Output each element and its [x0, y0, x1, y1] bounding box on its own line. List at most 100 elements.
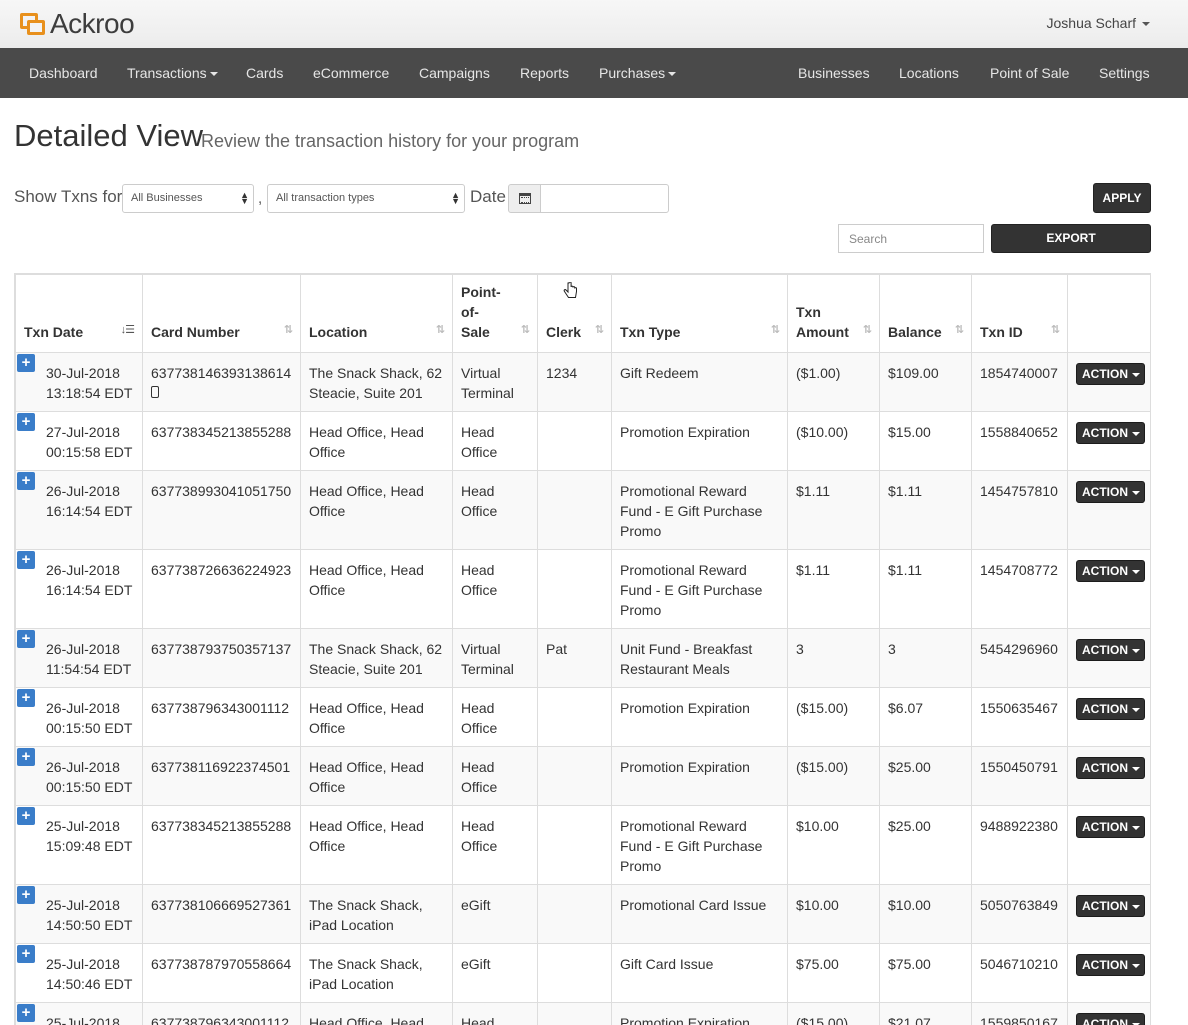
card-number[interactable]: 637738726636224923	[151, 560, 292, 580]
cell-location: The Snack Shack, iPad Location	[300, 884, 453, 944]
txn-date: 25-Jul-2018	[46, 818, 120, 834]
expand-row-icon[interactable]: +	[17, 748, 35, 766]
sort-icon[interactable]: ⇅	[771, 320, 780, 340]
logo-icon	[18, 11, 48, 37]
cell-txn-amount: $10.00	[787, 805, 880, 885]
date-input[interactable]	[540, 184, 669, 213]
cell-txn-type: Promotional Reward Fund - E Gift Purchase…	[611, 805, 788, 885]
cell-balance: $25.00	[879, 746, 972, 806]
column-header-point-of-sale[interactable]: Point-of- Sale ⇅	[452, 274, 538, 353]
action-button[interactable]: ACTION	[1076, 1013, 1145, 1025]
column-header-balance[interactable]: Balance ⇅	[879, 274, 972, 353]
action-button[interactable]: ACTION	[1076, 363, 1145, 385]
mobile-phone-icon	[151, 386, 159, 398]
card-number[interactable]: 637738116922374501	[151, 757, 292, 777]
card-number[interactable]: 637738793750357137	[151, 639, 292, 659]
nav-point-of-sale[interactable]: Point of Sale	[990, 65, 1069, 81]
sort-icon[interactable]: ⇅	[521, 320, 530, 340]
cell-point-of-sale: Head Office	[452, 746, 538, 806]
sort-icon[interactable]: ⇅	[1051, 320, 1060, 340]
expand-row-icon[interactable]: +	[17, 354, 35, 372]
business-select[interactable]: All Businesses ▲ ▼	[122, 184, 254, 213]
pos-line: eGift	[461, 897, 491, 913]
sort-icon[interactable]: ⇅	[284, 320, 293, 340]
expand-row-icon[interactable]: +	[17, 551, 35, 569]
cell-point-of-sale: Head Office	[452, 411, 538, 471]
nav-label: Point of Sale	[990, 65, 1070, 81]
nav-settings[interactable]: Settings	[1099, 65, 1150, 81]
cell-txn-amount: 3	[787, 628, 880, 688]
nav-label: Reports	[520, 65, 570, 81]
card-number[interactable]: 637738796343001112	[151, 1013, 292, 1025]
card-number[interactable]: 637738106669527361	[151, 895, 292, 915]
action-label: ACTION	[1082, 643, 1128, 657]
expand-row-icon[interactable]: +	[17, 630, 35, 648]
nav-cards[interactable]: Cards	[246, 65, 283, 81]
column-header-txn-date[interactable]: Txn Date ↓☰	[15, 274, 143, 353]
location-line: Steacie, Suite 201	[309, 661, 423, 677]
transaction-type-select[interactable]: All transaction types ▲ ▼	[267, 184, 465, 213]
card-number[interactable]: 637738146393138614	[151, 363, 292, 383]
cell-balance: $15.00	[879, 411, 972, 471]
action-button[interactable]: ACTION	[1076, 560, 1145, 582]
expand-row-icon[interactable]: +	[17, 886, 35, 904]
nav-campaigns[interactable]: Campaigns	[419, 65, 490, 81]
sort-icon[interactable]: ⇅	[436, 320, 445, 340]
card-number[interactable]: 6377383452138552​88	[151, 422, 292, 442]
calendar-icon	[519, 193, 531, 204]
sort-desc-icon[interactable]: ↓☰	[121, 320, 135, 340]
calendar-button[interactable]	[508, 184, 541, 213]
nav-purchases[interactable]: Purchases	[599, 65, 677, 81]
expand-row-icon[interactable]: +	[17, 689, 35, 707]
expand-row-icon[interactable]: +	[17, 945, 35, 963]
nav-dashboard[interactable]: Dashboard	[29, 65, 98, 81]
table-row: +26-Jul-2018 16:14:54 EDT 6377389930410517…	[15, 470, 1150, 550]
txn-time: 16:14:54 EDT	[46, 503, 133, 519]
cell-txn-amount: ($15.00)	[787, 687, 880, 747]
cell-location: Head Office, Head Office	[300, 549, 453, 629]
action-button[interactable]: ACTION	[1076, 954, 1145, 976]
card-number[interactable]: 637738787970558664	[151, 954, 292, 974]
txn-date: 25-Jul-2018	[46, 956, 120, 972]
column-header-location[interactable]: Location ⇅	[300, 274, 453, 353]
action-button[interactable]: ACTION	[1076, 757, 1145, 779]
expand-row-icon[interactable]: +	[17, 807, 35, 825]
action-button[interactable]: ACTION	[1076, 698, 1145, 720]
nav-reports[interactable]: Reports	[520, 65, 569, 81]
column-header-txn-type[interactable]: Txn Type ⇅	[611, 274, 788, 353]
sort-icon[interactable]: ⇅	[595, 320, 604, 340]
nav-transactions[interactable]: Transactions	[127, 65, 218, 81]
apply-button[interactable]: APPLY	[1093, 183, 1151, 213]
sort-icon[interactable]: ⇅	[955, 320, 964, 340]
user-menu[interactable]: Joshua Scharf	[1047, 15, 1150, 31]
page-subtitle: Review the transaction history for your …	[201, 131, 580, 151]
nav-locations[interactable]: Locations	[899, 65, 959, 81]
txn-time: 15:09:48 EDT	[46, 838, 133, 854]
action-button[interactable]: ACTION	[1076, 639, 1145, 661]
nav-ecommerce[interactable]: eCommerce	[313, 65, 389, 81]
nav-businesses[interactable]: Businesses	[798, 65, 870, 81]
expand-row-icon[interactable]: +	[17, 1004, 35, 1022]
column-header-card-number[interactable]: Card Number ⇅	[142, 274, 301, 353]
cell-txn-amount: ($10.00)	[787, 411, 880, 471]
card-number[interactable]: 637738345213855288	[151, 816, 292, 836]
pos-line: Virtual	[461, 365, 501, 381]
action-button[interactable]: ACTION	[1076, 481, 1145, 503]
export-button[interactable]: EXPORT	[991, 224, 1151, 253]
expand-row-icon[interactable]: +	[17, 413, 35, 431]
action-button[interactable]: ACTION	[1076, 816, 1145, 838]
action-button[interactable]: ACTION	[1076, 422, 1145, 444]
column-header-txn-id[interactable]: Txn ID ⇅	[971, 274, 1068, 353]
txn-type-line: Promo	[620, 602, 662, 618]
ackroo-logo[interactable]: Ackroo	[18, 8, 135, 40]
sort-icon[interactable]: ⇅	[863, 320, 872, 340]
cell-action: ACTION	[1067, 352, 1150, 412]
search-input[interactable]: Search	[838, 224, 984, 253]
expand-row-icon[interactable]: +	[17, 472, 35, 490]
cell-txn-id: 5454296960	[971, 628, 1068, 688]
column-header-txn-amount[interactable]: Txn Amount ⇅	[787, 274, 880, 353]
action-button[interactable]: ACTION	[1076, 895, 1145, 917]
card-number[interactable]: 637738993041051750	[151, 481, 292, 501]
card-number[interactable]: 637738796343001112	[151, 698, 292, 718]
location-line: Office	[309, 838, 346, 854]
